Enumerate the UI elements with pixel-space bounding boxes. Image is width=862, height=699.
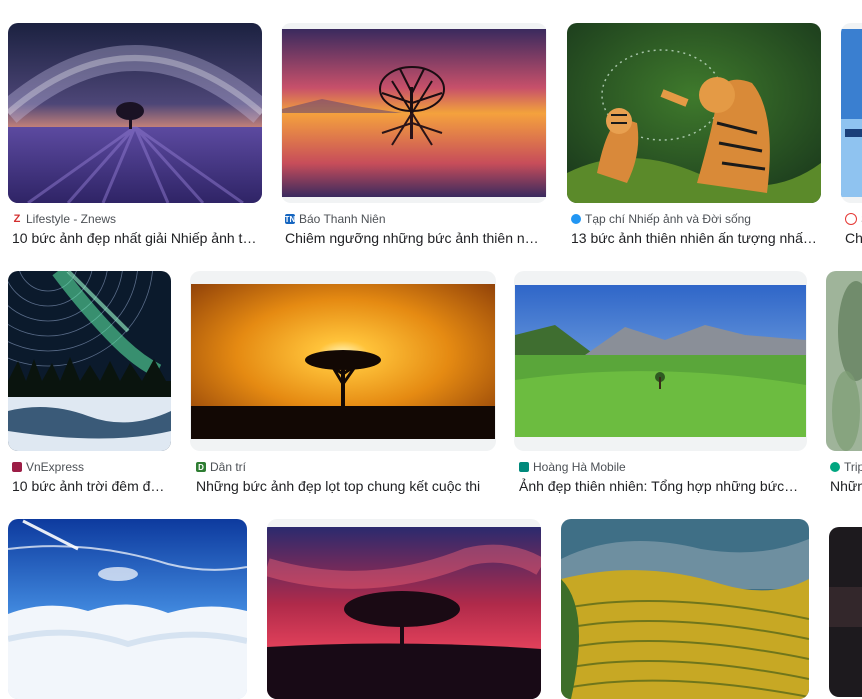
vnexpress-favicon-icon xyxy=(12,462,22,472)
dark-image xyxy=(829,527,862,697)
milky-way-lavender-image xyxy=(8,23,262,203)
green-alpine-meadow-image xyxy=(515,285,806,437)
site-favicon-icon xyxy=(845,213,857,225)
rice-terraces-image xyxy=(561,519,809,699)
znews-favicon-icon: Z xyxy=(12,213,22,225)
source-name: Lifestyle - Znews xyxy=(26,212,117,226)
thanhnien-favicon-icon: TN xyxy=(285,214,296,224)
result-source[interactable]: Tạp chí Nhiếp ảnh và Đời sống xyxy=(571,212,821,226)
result-thumbnail[interactable] xyxy=(841,23,862,203)
blue-sky-image xyxy=(841,29,862,197)
result-title[interactable]: 13 bức ảnh thiên nhiên ấn tượng nhất năm xyxy=(571,230,817,246)
source-name: Dân trí xyxy=(210,460,247,474)
result-source[interactable]: Hoàng Hà Mobile xyxy=(519,460,807,474)
result-source[interactable]: S xyxy=(845,212,862,226)
acacia-tree-sunset-image xyxy=(191,284,495,439)
result-thumbnail[interactable] xyxy=(8,519,247,699)
result-title[interactable]: Ảnh đẹp thiên nhiên: Tổng hợp những bức … xyxy=(519,478,801,494)
aurora-star-trails-image xyxy=(8,271,171,451)
result-source[interactable]: TN Báo Thanh Niên xyxy=(285,212,545,226)
dantri-favicon-icon: D xyxy=(196,462,206,472)
result-thumbnail[interactable] xyxy=(514,271,807,451)
trip-favicon-icon xyxy=(830,462,840,472)
hoangha-favicon-icon xyxy=(519,462,529,472)
result-source[interactable]: VnExpress xyxy=(12,460,172,474)
red-sky-tree-image xyxy=(267,527,541,699)
nhiepanh-favicon-icon xyxy=(571,214,581,224)
result-thumbnail[interactable] xyxy=(281,23,547,203)
result-thumbnail[interactable] xyxy=(8,23,262,203)
tigers-fighting-image xyxy=(567,23,821,203)
result-thumbnail[interactable] xyxy=(829,527,862,697)
result-thumbnail[interactable] xyxy=(826,271,862,451)
result-source[interactable]: D Dân trí xyxy=(196,460,496,474)
source-name: Tạp chí Nhiếp ảnh và Đời sống xyxy=(585,212,751,226)
result-title[interactable]: 10 bức ảnh đẹp nhất giải Nhiếp ảnh thiên… xyxy=(12,230,258,246)
source-name: Trip xyxy=(844,460,862,474)
source-name: Báo Thanh Niên xyxy=(299,212,386,226)
result-source[interactable]: Z Lifestyle - Znews xyxy=(12,212,262,226)
result-title[interactable]: 10 bức ảnh trời đêm đẹp nhất xyxy=(12,478,167,494)
result-thumbnail[interactable] xyxy=(190,271,496,451)
result-thumbnail[interactable] xyxy=(561,519,809,699)
source-name: VnExpress xyxy=(26,460,85,474)
result-thumbnail[interactable] xyxy=(267,519,541,699)
result-title[interactable]: Nhữn xyxy=(830,478,862,494)
result-title[interactable]: Chiêm ngưỡng những bức ảnh thiên nhiên đ… xyxy=(285,230,540,246)
result-thumbnail[interactable] xyxy=(8,271,171,451)
result-title[interactable]: Ch xyxy=(845,230,862,246)
result-title[interactable]: Những bức ảnh đẹp lọt top chung kết cuộc… xyxy=(196,478,490,494)
source-name: Hoàng Hà Mobile xyxy=(533,460,626,474)
green-leaves-image xyxy=(826,271,862,451)
result-thumbnail[interactable] xyxy=(567,23,821,203)
sunset-tree-lake-image xyxy=(282,29,546,197)
result-source[interactable]: Trip xyxy=(830,460,862,474)
sky-above-clouds-image xyxy=(8,519,247,699)
